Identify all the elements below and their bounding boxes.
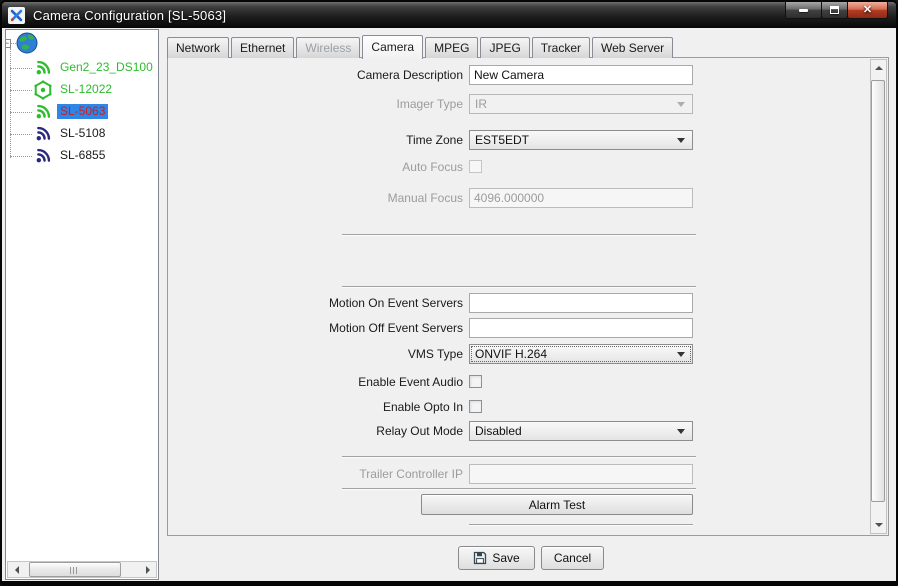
tree-item-gen2-23-ds100[interactable]: Gen2_23_DS100: [6, 58, 158, 79]
scroll-down-button[interactable]: [871, 517, 886, 533]
tab-ethernet[interactable]: Ethernet: [231, 37, 295, 58]
tree-item-sl-5108[interactable]: SL-5108: [6, 124, 158, 145]
tab-jpeg[interactable]: JPEG: [480, 37, 530, 58]
separator: [469, 524, 693, 525]
tree-item-label-selected: SL-5063: [57, 104, 109, 119]
chevron-down-icon: [677, 352, 685, 357]
relay-out-mode-dropdown[interactable]: Disabled: [469, 421, 693, 441]
vms-type-value: ONVIF H.264: [475, 347, 548, 361]
imager-type-label: Imager Type: [396, 97, 463, 111]
camera-description-input[interactable]: [469, 65, 693, 85]
motion-off-event-servers-input[interactable]: [469, 318, 693, 338]
separator: [342, 234, 696, 235]
scroll-grip-icon: [70, 567, 79, 574]
tab-bar: Network Ethernet Wireless Camera MPEG JP…: [167, 35, 675, 59]
enable-event-audio-label: Enable Event Audio: [358, 375, 463, 389]
restore-button[interactable]: [821, 2, 848, 19]
separator: [342, 456, 696, 457]
tree-item-label: SL-5108: [60, 126, 106, 140]
time-zone-label: Time Zone: [406, 133, 463, 147]
wifi-signal-icon: [32, 101, 54, 123]
restore-icon: [830, 6, 839, 14]
separator: [342, 488, 696, 489]
manual-focus-label: Manual Focus: [387, 191, 463, 205]
tree-item-sl-6855[interactable]: SL-6855: [6, 146, 158, 167]
tree-item-sl-5063-selected[interactable]: SL-5063: [6, 102, 158, 123]
relay-out-mode-label: Relay Out Mode: [376, 424, 463, 438]
time-zone-value: EST5EDT: [475, 133, 530, 147]
camera-configuration-window: Camera Configuration [SL-5063] ✕ −: [0, 0, 898, 586]
vms-type-label: VMS Type: [407, 347, 463, 361]
auto-focus-checkbox: [469, 160, 482, 173]
tree-root-globe-icon[interactable]: [15, 31, 39, 55]
tab-wireless: Wireless: [296, 37, 361, 58]
motion-off-event-servers-label: Motion Off Event Servers: [329, 321, 463, 335]
minimize-icon: [799, 8, 808, 12]
scroll-up-button[interactable]: [871, 60, 886, 76]
tab-tracker[interactable]: Tracker: [531, 37, 591, 58]
separator: [342, 286, 696, 287]
alarm-test-label: Alarm Test: [528, 497, 586, 512]
enable-event-audio-checkbox[interactable]: [469, 375, 482, 388]
motion-on-event-servers-input[interactable]: [469, 293, 693, 313]
vms-type-dropdown[interactable]: ONVIF H.264: [469, 344, 693, 364]
chevron-down-icon: [677, 102, 685, 107]
tab-web-server[interactable]: Web Server: [592, 37, 674, 58]
panel-vertical-scrollbar: [870, 59, 887, 534]
scroll-up-icon: [874, 66, 883, 70]
camera-description-label: Camera Description: [356, 68, 463, 82]
wifi-signal-icon: [32, 145, 54, 167]
device-tree-panel: −: [5, 29, 159, 580]
scroll-down-icon: [874, 523, 883, 527]
alarm-test-button[interactable]: Alarm Test: [421, 494, 693, 515]
app-icon: [8, 6, 25, 24]
imager-type-value: IR: [475, 97, 487, 111]
scroll-left-icon: [14, 565, 19, 574]
close-button[interactable]: ✕: [847, 2, 888, 19]
save-floppy-icon: [474, 551, 487, 565]
chevron-down-icon: [677, 429, 685, 434]
horizontal-scroll-thumb[interactable]: [29, 562, 121, 577]
scroll-right-icon: [145, 565, 150, 574]
enable-opto-in-label: Enable Opto In: [382, 400, 463, 414]
vertical-scroll-thumb[interactable]: [871, 80, 885, 502]
save-button[interactable]: Save: [458, 546, 535, 570]
wifi-signal-icon: [32, 123, 54, 145]
tree-item-sl-12022[interactable]: SL-12022: [6, 80, 158, 101]
motion-on-event-servers-label: Motion On Event Servers: [328, 296, 463, 310]
manual-focus-input: [469, 188, 693, 208]
title-bar: Camera Configuration [SL-5063] ✕: [2, 2, 896, 28]
tree-item-label: Gen2_23_DS100: [60, 60, 153, 74]
auto-focus-label: Auto Focus: [402, 160, 463, 174]
camera-tab-panel: Camera Description Imager Type IR Time Z…: [167, 57, 889, 536]
scroll-right-button[interactable]: [139, 562, 156, 577]
tree-item-label: SL-6855: [60, 148, 106, 162]
close-icon: ✕: [862, 3, 873, 16]
minimize-button[interactable]: [785, 2, 822, 19]
trailer-controller-ip-input: [469, 464, 693, 484]
relay-out-mode-value: Disabled: [475, 424, 522, 438]
enable-opto-in-checkbox[interactable]: [469, 400, 482, 413]
chevron-down-icon: [677, 138, 685, 143]
tab-mpeg[interactable]: MPEG: [425, 37, 479, 58]
cancel-label: Cancel: [553, 551, 592, 565]
save-label: Save: [492, 551, 520, 565]
hexagon-node-icon: [32, 79, 54, 101]
client-area: −: [2, 28, 896, 581]
scroll-left-button[interactable]: [8, 562, 25, 577]
trailer-controller-ip-label: Trailer Controller IP: [359, 467, 463, 481]
tree-item-label: SL-12022: [60, 82, 113, 96]
tree-horizontal-scrollbar: [7, 561, 157, 578]
time-zone-dropdown[interactable]: EST5EDT: [469, 130, 693, 150]
imager-type-dropdown: IR: [469, 94, 693, 114]
tab-network[interactable]: Network: [167, 37, 230, 58]
cancel-button[interactable]: Cancel: [541, 546, 604, 570]
window-title: Camera Configuration [SL-5063]: [33, 7, 227, 23]
tab-camera[interactable]: Camera: [362, 35, 424, 59]
wifi-signal-icon: [32, 57, 54, 79]
